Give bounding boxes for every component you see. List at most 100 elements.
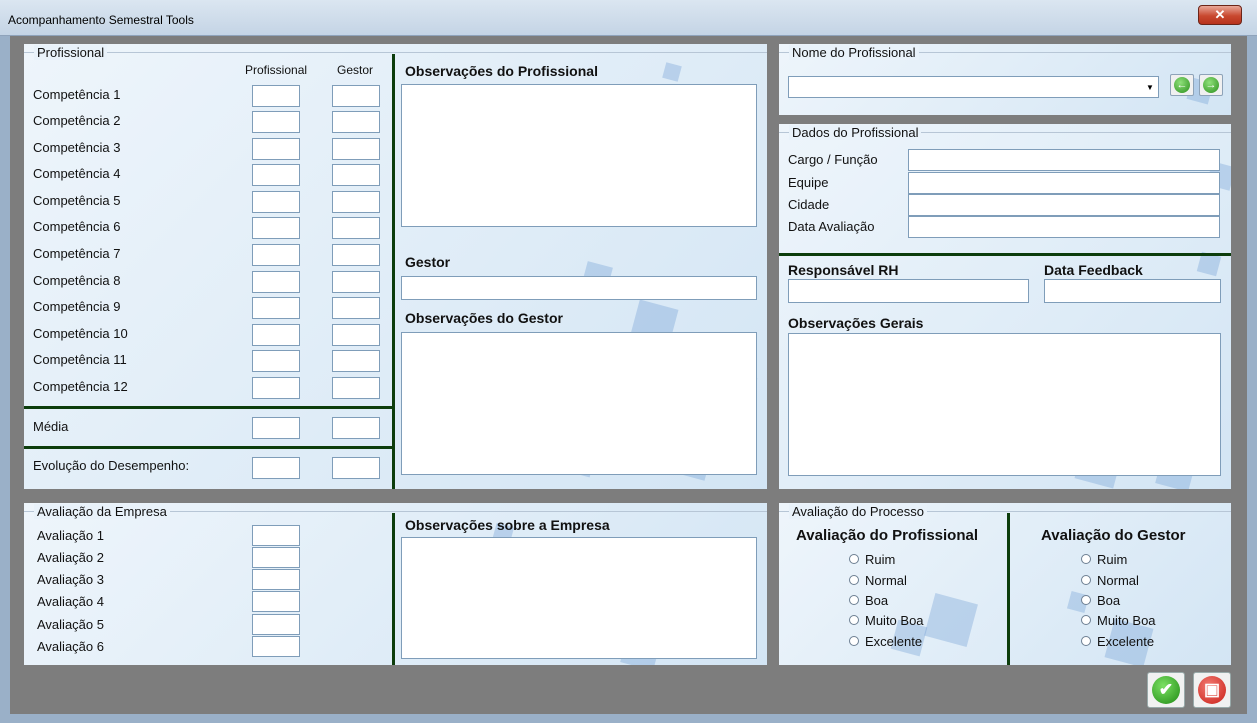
obs-gestor-textarea[interactable] <box>401 332 757 475</box>
avaliacao-gestor-option-label: Muito Boa <box>1097 613 1156 628</box>
competencia-label: Competência 8 <box>33 273 121 288</box>
competencia-gestor-input[interactable] <box>332 164 380 186</box>
next-button[interactable]: → <box>1199 74 1223 96</box>
media-profissional-input[interactable] <box>252 417 300 439</box>
competencia-label: Competência 11 <box>33 352 127 367</box>
cargo-input[interactable] <box>908 149 1220 171</box>
avaliacao-empresa-input[interactable] <box>252 569 300 590</box>
competencia-gestor-input[interactable] <box>332 297 380 319</box>
avaliacao-profissional-option-label: Muito Boa <box>865 613 924 628</box>
avaliacao-empresa-label: Avaliação 6 <box>37 639 104 654</box>
close-button[interactable]: ✕ <box>1198 5 1242 25</box>
avaliacao-profissional-radio[interactable] <box>849 615 859 625</box>
competencia-gestor-input[interactable] <box>332 271 380 293</box>
data-avaliacao-input[interactable] <box>908 216 1220 238</box>
chevron-down-icon[interactable]: ▼ <box>1144 80 1156 96</box>
save-icon: ▣ <box>1198 676 1226 704</box>
competencia-profissional-input[interactable] <box>252 217 300 239</box>
divider <box>1007 513 1010 665</box>
avaliacao-empresa-label: Avaliação 5 <box>37 617 104 632</box>
competencia-label: Competência 7 <box>33 246 121 261</box>
competencia-label: Competência 1 <box>33 87 121 102</box>
evolucao-label: Evolução do Desempenho: <box>33 458 190 473</box>
competencia-profissional-input[interactable] <box>252 138 300 160</box>
avaliacao-empresa-label: Avaliação 1 <box>37 528 104 543</box>
avaliacao-gestor-option-label: Boa <box>1097 593 1121 608</box>
avaliacao-gestor-radio[interactable] <box>1081 595 1091 605</box>
avaliacao-gestor-radio[interactable] <box>1081 615 1091 625</box>
cidade-label: Cidade <box>788 197 830 212</box>
gestor-label: Gestor <box>405 254 451 270</box>
competencia-gestor-input[interactable] <box>332 111 380 133</box>
obs-gerais-textarea[interactable] <box>788 333 1221 476</box>
confirm-button[interactable]: ✔ <box>1147 672 1185 708</box>
evolucao-gestor-input[interactable] <box>332 457 380 479</box>
competencia-gestor-input[interactable] <box>332 85 380 107</box>
avaliacao-gestor-radio[interactable] <box>1081 636 1091 646</box>
avaliacao-profissional-option-label: Ruim <box>865 552 896 567</box>
evolucao-profissional-input[interactable] <box>252 457 300 479</box>
avaliacao-profissional-option-label: Normal <box>865 573 907 588</box>
avaliacao-gestor-label: Avaliação do Gestor <box>1041 527 1186 544</box>
window-title: Acompanhamento Semestral Tools <box>8 13 194 27</box>
equipe-input[interactable] <box>908 172 1220 194</box>
avaliacao-profissional-radio[interactable] <box>849 595 859 605</box>
obs-empresa-textarea[interactable] <box>401 537 757 659</box>
obs-profissional-textarea[interactable] <box>401 84 757 227</box>
col-profissional-header: Profissional <box>245 63 308 77</box>
nome-group-label: Nome do Profissional <box>789 45 919 60</box>
media-gestor-input[interactable] <box>332 417 380 439</box>
window-border-right <box>1247 36 1257 723</box>
obs-empresa-label: Observações sobre a Empresa <box>405 517 610 533</box>
avaliacao-profissional-radio[interactable] <box>849 575 859 585</box>
competencia-profissional-input[interactable] <box>252 191 300 213</box>
avaliacao-profissional-radio[interactable] <box>849 636 859 646</box>
empresa-panel: Avaliação da Empresa Avaliação 1 Avaliaçã… <box>24 503 767 665</box>
competencia-gestor-input[interactable] <box>332 377 380 399</box>
competencia-profissional-input[interactable] <box>252 244 300 266</box>
check-icon: ✔ <box>1152 676 1180 704</box>
avaliacao-gestor-radio[interactable] <box>1081 554 1091 564</box>
arrow-left-icon: ← <box>1174 77 1190 93</box>
obs-profissional-label: Observações do Profissional <box>405 63 598 79</box>
competencia-gestor-input[interactable] <box>332 191 380 213</box>
competencia-gestor-input[interactable] <box>332 324 380 346</box>
save-button[interactable]: ▣ <box>1193 672 1231 708</box>
data-feedback-input[interactable] <box>1044 279 1221 303</box>
empresa-group-label: Avaliação da Empresa <box>34 504 170 519</box>
competencia-label: Competência 3 <box>33 140 121 155</box>
competencia-gestor-input[interactable] <box>332 244 380 266</box>
avaliacao-empresa-input[interactable] <box>252 614 300 635</box>
responsavel-rh-input[interactable] <box>788 279 1029 303</box>
cidade-input[interactable] <box>908 194 1220 216</box>
avaliacao-profissional-option-label: Excelente <box>865 634 923 649</box>
gestor-input[interactable] <box>401 276 757 300</box>
data-feedback-label: Data Feedback <box>1044 262 1143 278</box>
avaliacao-empresa-input[interactable] <box>252 525 300 546</box>
avaliacao-profissional-label: Avaliação do Profissional <box>796 527 978 544</box>
avaliacao-empresa-input[interactable] <box>252 591 300 612</box>
competencia-profissional-input[interactable] <box>252 164 300 186</box>
competencia-profissional-input[interactable] <box>252 324 300 346</box>
competencia-profissional-input[interactable] <box>252 350 300 372</box>
competencia-gestor-input[interactable] <box>332 350 380 372</box>
avaliacao-empresa-label: Avaliação 4 <box>37 594 104 609</box>
competencia-profissional-input[interactable] <box>252 297 300 319</box>
competencia-profissional-input[interactable] <box>252 85 300 107</box>
competencia-profissional-input[interactable] <box>252 377 300 399</box>
nome-select[interactable]: ▼ <box>788 76 1159 98</box>
competencia-gestor-input[interactable] <box>332 217 380 239</box>
competencia-gestor-input[interactable] <box>332 138 380 160</box>
competencia-profissional-input[interactable] <box>252 111 300 133</box>
competencia-label: Competência 5 <box>33 193 121 208</box>
competencia-profissional-input[interactable] <box>252 271 300 293</box>
responsavel-rh-label: Responsável RH <box>788 262 899 278</box>
avaliacao-gestor-radio[interactable] <box>1081 575 1091 585</box>
avaliacao-empresa-input[interactable] <box>252 636 300 657</box>
avaliacao-profissional-radio[interactable] <box>849 554 859 564</box>
divider <box>392 513 395 665</box>
avaliacao-empresa-input[interactable] <box>252 547 300 568</box>
divider <box>24 446 392 449</box>
profissional-group-label: Profissional <box>34 45 108 60</box>
previous-button[interactable]: ← <box>1170 74 1194 96</box>
